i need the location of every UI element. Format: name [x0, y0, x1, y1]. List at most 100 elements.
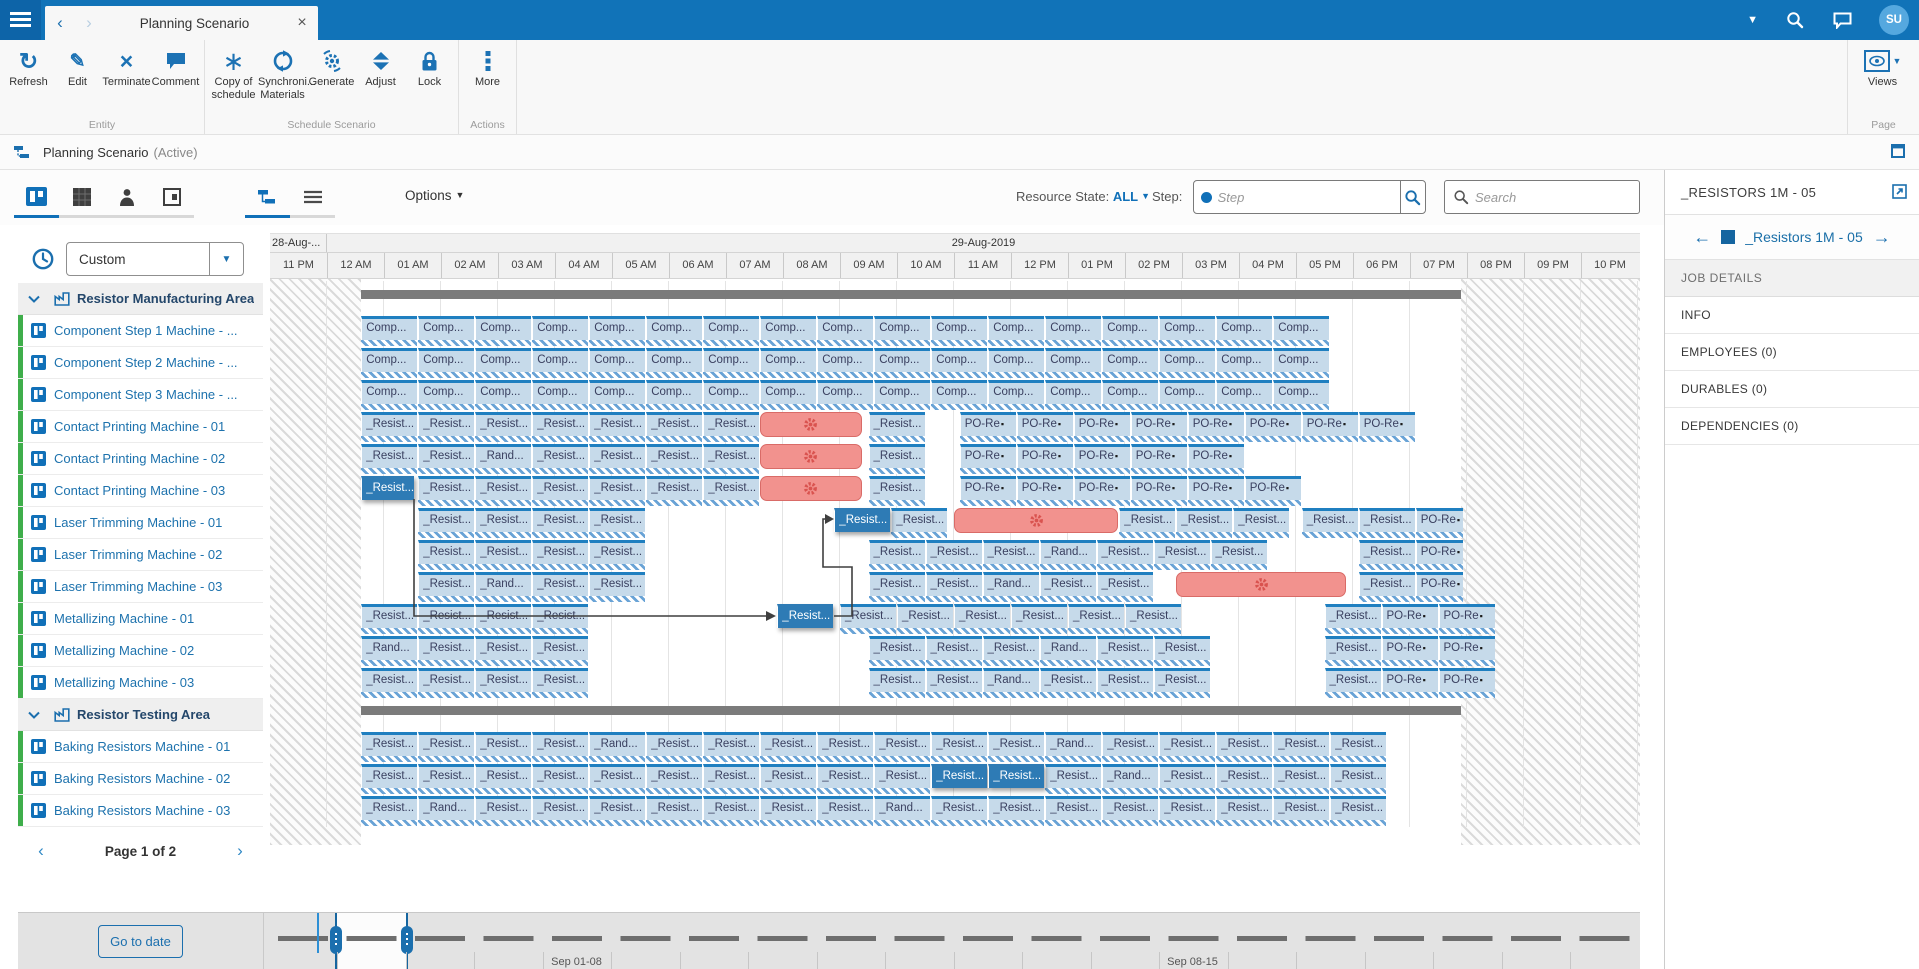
job-bar[interactable]: _Resist...	[475, 764, 531, 788]
job-bar[interactable]: _Resist...	[589, 764, 645, 788]
job-bar[interactable]: _Resist...	[874, 764, 930, 788]
job-bar[interactable]: _Resist...	[703, 476, 759, 500]
timeline-minimap[interactable]: Sep 01-08Sep 08-15	[270, 913, 1640, 969]
job-bar[interactable]: PO-Re▪	[1131, 412, 1187, 436]
job-bar[interactable]: _Resist...	[703, 444, 759, 468]
resource-row[interactable]: Component Step 1 Machine - ...	[18, 315, 263, 347]
step-input[interactable]	[1212, 181, 1400, 213]
job-bar[interactable]: _Resist...	[361, 668, 417, 692]
job-bar[interactable]: Comp...	[703, 316, 759, 340]
search-input[interactable]	[1469, 190, 1657, 205]
job-bar[interactable]: PO-Re▪	[1074, 412, 1130, 436]
tab-gantt-layout[interactable]	[245, 178, 290, 218]
views-button[interactable]: ▼ Views	[1858, 46, 1907, 89]
job-bar[interactable]: PO-Re▪	[1302, 412, 1358, 436]
job-bar[interactable]: _Resist...	[1216, 764, 1272, 788]
job-bar[interactable]: _Resist...	[926, 572, 982, 596]
job-bar[interactable]: _Resist...	[532, 668, 588, 692]
job-bar[interactable]: Comp...	[874, 316, 930, 340]
job-bar[interactable]: _Resist...	[931, 796, 987, 820]
job-bar[interactable]: _Resist...	[983, 540, 1039, 564]
job-bar[interactable]: _Resist...	[418, 636, 474, 660]
job-bar[interactable]: _Resist...	[817, 732, 873, 756]
job-bar[interactable]: _Resist...	[1273, 732, 1329, 756]
avatar[interactable]: SU	[1879, 5, 1909, 35]
panel-accordion-item[interactable]: DEPENDENCIES (0)	[1665, 408, 1919, 445]
job-bar[interactable]: _Resist...	[1119, 508, 1175, 532]
job-bar[interactable]: PO-Re▪	[1131, 444, 1187, 468]
panel-accordion-item[interactable]: EMPLOYEES (0)	[1665, 334, 1919, 371]
job-bar[interactable]: Comp...	[1216, 348, 1272, 372]
job-bar[interactable]: _Resist...	[874, 732, 930, 756]
job-bar[interactable]: Comp...	[1159, 380, 1215, 404]
job-bar[interactable]: Comp...	[817, 380, 873, 404]
job-bar[interactable]: _Rand...	[361, 636, 417, 660]
job-bar[interactable]: Comp...	[1045, 380, 1101, 404]
job-bar[interactable]: _Resist...	[1273, 796, 1329, 820]
job-bar[interactable]: _Resist...	[418, 412, 474, 436]
job-bar[interactable]: _Resist...	[361, 764, 417, 788]
job-bar[interactable]: _Resist...	[418, 668, 474, 692]
job-bar[interactable]: _Resist...	[1097, 572, 1153, 596]
job-bar[interactable]: _Rand...	[1045, 732, 1101, 756]
tab-resource-gantt[interactable]	[14, 178, 59, 218]
job-bar[interactable]: PO-Re▪	[1359, 412, 1415, 436]
job-bar[interactable]: _Resist...	[532, 572, 588, 596]
job-bar[interactable]: Comp...	[475, 348, 531, 372]
job-bar[interactable]: _Resist...	[817, 764, 873, 788]
job-bar[interactable]: _Resist...	[891, 508, 947, 532]
job-bar[interactable]: Comp...	[646, 348, 702, 372]
job-bar[interactable]: _Resist...	[1211, 540, 1267, 564]
job-bar[interactable]: _Resist...	[954, 604, 1010, 628]
job-bar[interactable]: _Resist...	[361, 796, 417, 820]
job-bar[interactable]: Comp...	[418, 316, 474, 340]
job-bar[interactable]: Comp...	[988, 348, 1044, 372]
step-search-button[interactable]	[1400, 181, 1425, 213]
job-bar[interactable]: _Rand...	[1102, 764, 1158, 788]
document-tab[interactable]: ‹ › Planning Scenario ×	[45, 6, 318, 40]
time-range-select[interactable]: Custom ▼	[66, 242, 244, 276]
open-in-window-icon[interactable]	[1892, 184, 1907, 199]
job-bar[interactable]: PO-Re▪	[1382, 604, 1438, 628]
job-bar[interactable]: PO-Re▪	[1017, 412, 1073, 436]
job-bar[interactable]: _Resist...	[475, 508, 531, 532]
job-bar[interactable]: Comp...	[1102, 380, 1158, 404]
job-bar[interactable]: Comp...	[646, 316, 702, 340]
job-bar[interactable]: _Resist...	[1330, 732, 1386, 756]
job-bar[interactable]: _Resist...	[418, 508, 474, 532]
job-bar[interactable]: _Rand...	[1040, 636, 1096, 660]
job-bar[interactable]: _Resist...	[532, 476, 588, 500]
job-bar[interactable]: _Resist...	[926, 540, 982, 564]
job-bar[interactable]: _Resist...	[361, 444, 417, 468]
job-bar[interactable]: Comp...	[475, 316, 531, 340]
job-bar[interactable]: _Resist...	[703, 764, 759, 788]
job-bar[interactable]: _Resist...	[475, 732, 531, 756]
job-bar[interactable]: Comp...	[1216, 316, 1272, 340]
job-bar[interactable]: _Resist...	[1302, 508, 1358, 532]
job-bar[interactable]: _Resist...	[817, 796, 873, 820]
job-bar[interactable]: _Resist...	[1040, 572, 1096, 596]
job-bar[interactable]: _Resist...	[418, 476, 474, 500]
job-bar[interactable]: _Resist...	[983, 636, 1039, 660]
search-icon[interactable]	[1785, 10, 1805, 30]
job-bar[interactable]: _Resist...	[589, 540, 645, 564]
forward-icon[interactable]: ›	[75, 13, 103, 33]
job-bar[interactable]: _Resist...	[1159, 732, 1215, 756]
job-bar[interactable]: _Resist...	[1216, 732, 1272, 756]
job-bar[interactable]: Comp...	[418, 380, 474, 404]
tab-load-view[interactable]	[59, 178, 104, 218]
job-bar[interactable]: _Resist...	[1359, 540, 1415, 564]
job-bar[interactable]: _Resist...	[475, 540, 531, 564]
job-bar[interactable]: _Resist...	[869, 444, 925, 468]
job-bar[interactable]: PO-Re▪	[1416, 540, 1463, 564]
back-icon[interactable]: ‹	[45, 13, 75, 33]
job-bar[interactable]: _Resist...	[1154, 540, 1210, 564]
job-bar[interactable]: _Resist...	[1011, 604, 1067, 628]
refresh-button[interactable]: ↻Refresh	[4, 46, 53, 89]
job-bar[interactable]: Comp...	[1102, 348, 1158, 372]
job-bar[interactable]: Comp...	[1216, 380, 1272, 404]
job-bar[interactable]: _Resist...	[1125, 604, 1181, 628]
job-bar[interactable]: PO-Re▪	[1188, 444, 1244, 468]
conflict-bar[interactable]	[1176, 572, 1346, 597]
job-bar[interactable]: PO-Re▪	[960, 412, 1016, 436]
